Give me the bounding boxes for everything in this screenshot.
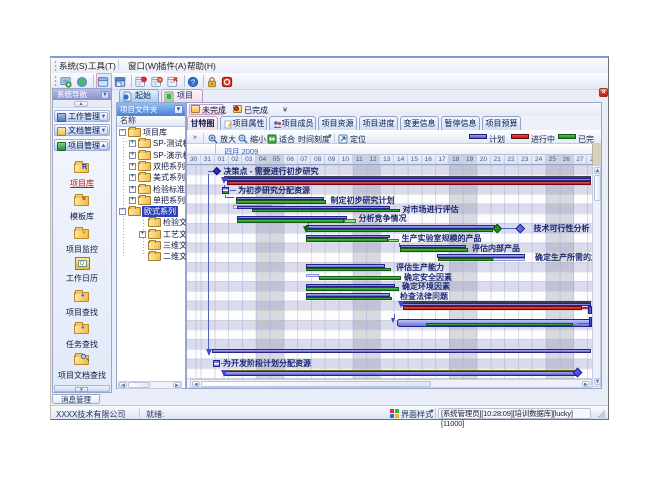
svg-text:?: ?	[191, 77, 195, 86]
